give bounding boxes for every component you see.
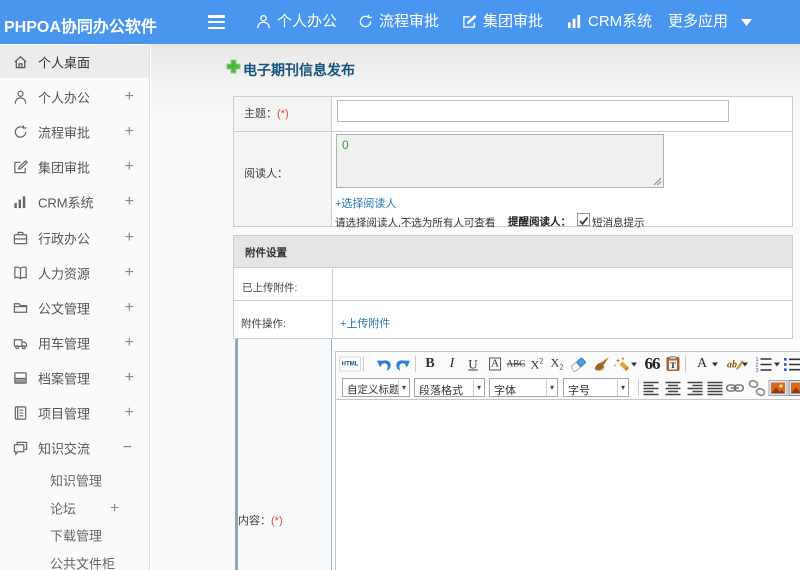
svg-text:T: T	[670, 360, 676, 370]
svg-text:ab: ab	[727, 360, 737, 371]
svg-text:3: 3	[756, 368, 759, 373]
